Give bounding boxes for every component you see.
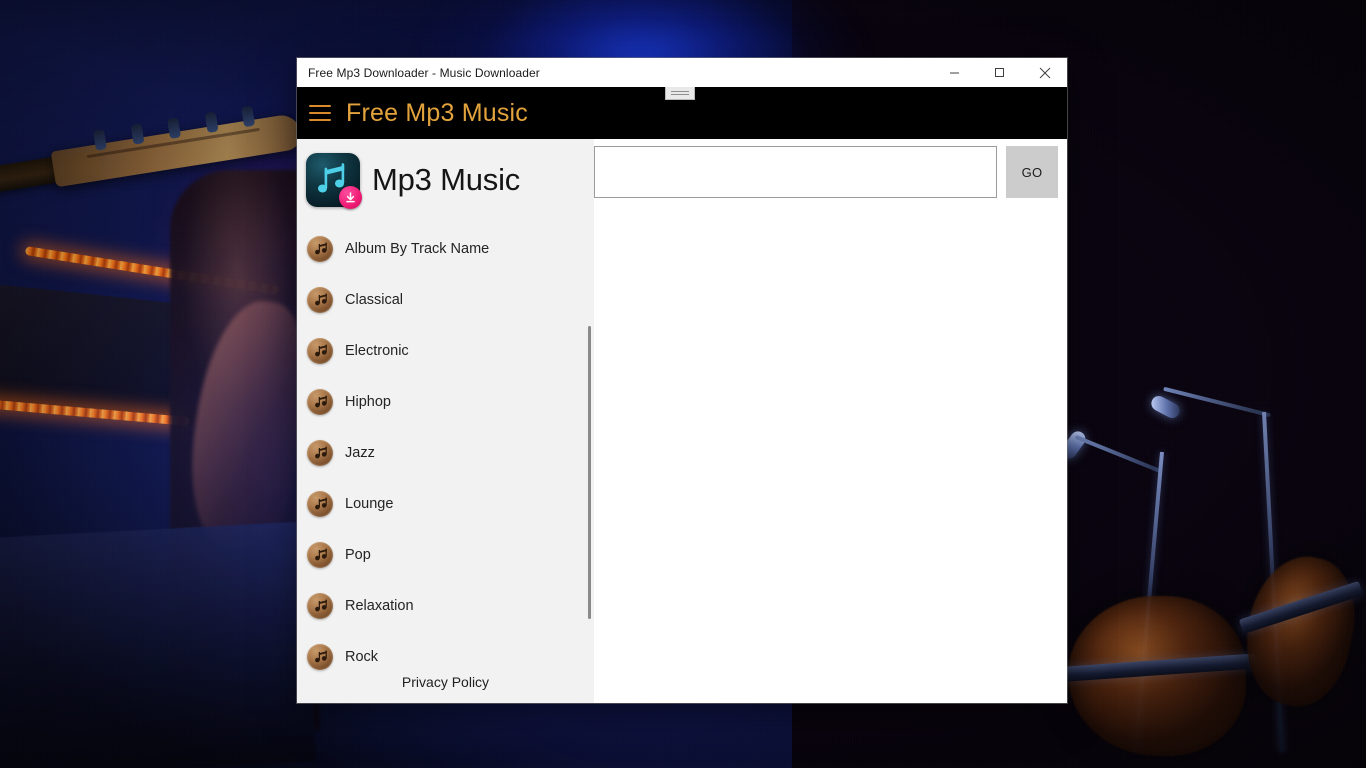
sidebar-item-label: Electronic bbox=[345, 342, 409, 359]
sidebar-item-hiphop[interactable]: Hiphop bbox=[297, 376, 594, 427]
app-body: Mp3 Music Album By Track Name Classical … bbox=[297, 139, 1067, 703]
hamburger-menu-icon[interactable] bbox=[309, 104, 331, 122]
brand-title: Mp3 Music bbox=[372, 162, 521, 197]
sidebar-item-pop[interactable]: Pop bbox=[297, 529, 594, 580]
minimize-button[interactable] bbox=[932, 58, 977, 87]
sidebar-scroll-thumb[interactable] bbox=[588, 326, 591, 619]
music-note-icon bbox=[307, 388, 333, 415]
maximize-button[interactable] bbox=[977, 58, 1022, 87]
sidebar-item-label: Lounge bbox=[345, 495, 394, 512]
app-title: Free Mp3 Music bbox=[346, 98, 529, 127]
content-panel: GO bbox=[594, 139, 1067, 703]
sidebar-item-electronic[interactable]: Electronic bbox=[297, 325, 594, 376]
sidebar-item-album-by-track-name[interactable]: Album By Track Name bbox=[297, 223, 594, 274]
sidebar-item-label: Classical bbox=[345, 291, 404, 308]
window-title-bar[interactable]: Free Mp3 Downloader - Music Downloader bbox=[297, 58, 1067, 87]
music-note-icon bbox=[307, 541, 333, 568]
sidebar-item-lounge[interactable]: Lounge bbox=[297, 478, 594, 529]
sidebar-footer: Privacy Policy bbox=[297, 673, 594, 703]
music-note-icon bbox=[307, 286, 333, 313]
sidebar: Mp3 Music Album By Track Name Classical … bbox=[297, 139, 594, 703]
sidebar-item-relaxation[interactable]: Relaxation bbox=[297, 580, 594, 631]
sidebar-item-label: Hiphop bbox=[345, 393, 391, 410]
music-note-icon bbox=[307, 490, 333, 517]
hamburger-line bbox=[309, 105, 331, 107]
sidebar-item-jazz[interactable]: Jazz bbox=[297, 427, 594, 478]
music-note-icon bbox=[307, 337, 333, 364]
hamburger-line bbox=[309, 119, 331, 121]
app-window: Free Mp3 Downloader - Music Downloader F… bbox=[297, 58, 1067, 703]
grip-line bbox=[671, 91, 689, 92]
music-note-icon bbox=[307, 235, 333, 262]
grip-line bbox=[671, 94, 689, 95]
go-button[interactable]: GO bbox=[1006, 146, 1058, 198]
music-note-icon bbox=[307, 439, 333, 466]
sidebar-item-label: Pop bbox=[345, 546, 371, 563]
sidebar-item-label: Relaxation bbox=[345, 597, 414, 614]
sidebar-item-label: Jazz bbox=[345, 444, 375, 461]
sidebar-item-label: Album By Track Name bbox=[345, 240, 490, 257]
music-note-icon bbox=[307, 592, 333, 619]
window-drag-grip[interactable] bbox=[665, 87, 695, 100]
music-note-logo-icon bbox=[306, 153, 362, 209]
sidebar-item-classical[interactable]: Classical bbox=[297, 274, 594, 325]
sidebar-item-label: Rock bbox=[345, 648, 379, 665]
sidebar-brand: Mp3 Music bbox=[297, 139, 594, 219]
hamburger-line bbox=[309, 112, 331, 114]
sidebar-scrollbar[interactable] bbox=[587, 326, 592, 620]
download-arrow-icon bbox=[339, 186, 362, 209]
sidebar-item-rock[interactable]: Rock bbox=[297, 631, 594, 673]
search-results-area bbox=[594, 198, 1067, 703]
sidebar-nav-list: Album By Track Name Classical Electronic… bbox=[297, 219, 594, 673]
window-title: Free Mp3 Downloader - Music Downloader bbox=[308, 65, 540, 80]
privacy-policy-link[interactable]: Privacy Policy bbox=[402, 673, 489, 691]
search-bar: GO bbox=[594, 139, 1067, 198]
close-button[interactable] bbox=[1022, 58, 1067, 87]
music-note-icon bbox=[307, 643, 333, 670]
window-controls bbox=[932, 58, 1067, 87]
search-input[interactable] bbox=[594, 146, 997, 198]
